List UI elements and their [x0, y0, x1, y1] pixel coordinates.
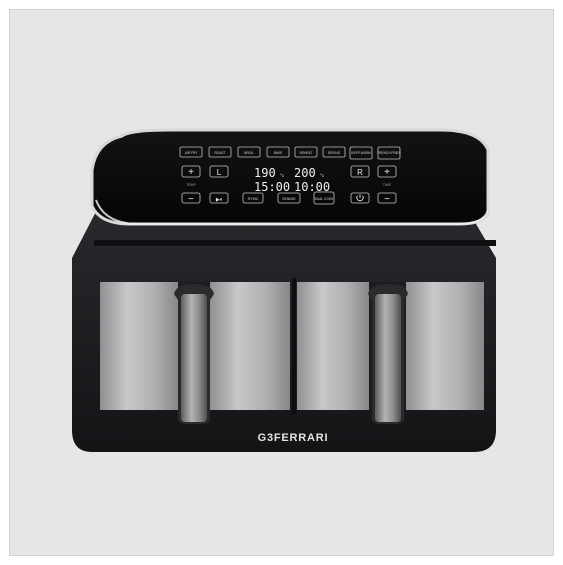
minus-icon: − [188, 194, 194, 205]
left-drawer[interactable] [100, 282, 290, 424]
left-time: 15:00 [254, 180, 290, 194]
preset-label: AIR FRY [185, 151, 198, 155]
preset-label: DRYING [328, 151, 341, 155]
left-temperature: 190 [254, 166, 276, 180]
minus-icon: − [384, 194, 390, 205]
temp-caption: TEMP [186, 183, 196, 187]
preset-label: ROAST [215, 151, 226, 155]
left-zone-label: L [217, 168, 222, 177]
left-drawer-panel-right [210, 282, 290, 410]
right-drawer-panel-left [297, 282, 369, 410]
play-pause-icon: ▶⏸ [216, 197, 223, 203]
right-drawer-panel-right [406, 282, 484, 410]
drawer-divider [292, 278, 296, 414]
brand-logo: G3FERRARI [258, 432, 329, 444]
body-seam [94, 240, 496, 246]
right-drawer-handle[interactable] [375, 294, 401, 422]
preset-label: BROIL [244, 151, 254, 155]
preset-label: REHEAT [300, 151, 313, 155]
plus-icon: + [384, 167, 390, 178]
right-zone-label: R [357, 168, 363, 177]
air-fryer-illustration: AIR FRY ROAST BROIL BAKE REHEAT DRYING K… [72, 128, 496, 452]
right-temperature: 200 [294, 166, 316, 180]
right-drawer[interactable] [297, 282, 484, 424]
preset-label: BAKE [274, 151, 283, 155]
left-drawer-panel-left [100, 282, 178, 410]
time-caption: TIME [383, 183, 392, 187]
sync-label: SYNC [247, 196, 258, 201]
left-drawer-handle[interactable] [181, 294, 207, 422]
preset-label: KEEP WARM [351, 151, 371, 155]
dual-cook-label: DUAL COOK [315, 197, 335, 201]
shake-label: SHAKE [282, 196, 296, 201]
plus-icon: + [188, 167, 194, 178]
control-panel [90, 128, 490, 226]
preset-label: FRENCH FRIES [377, 151, 401, 155]
